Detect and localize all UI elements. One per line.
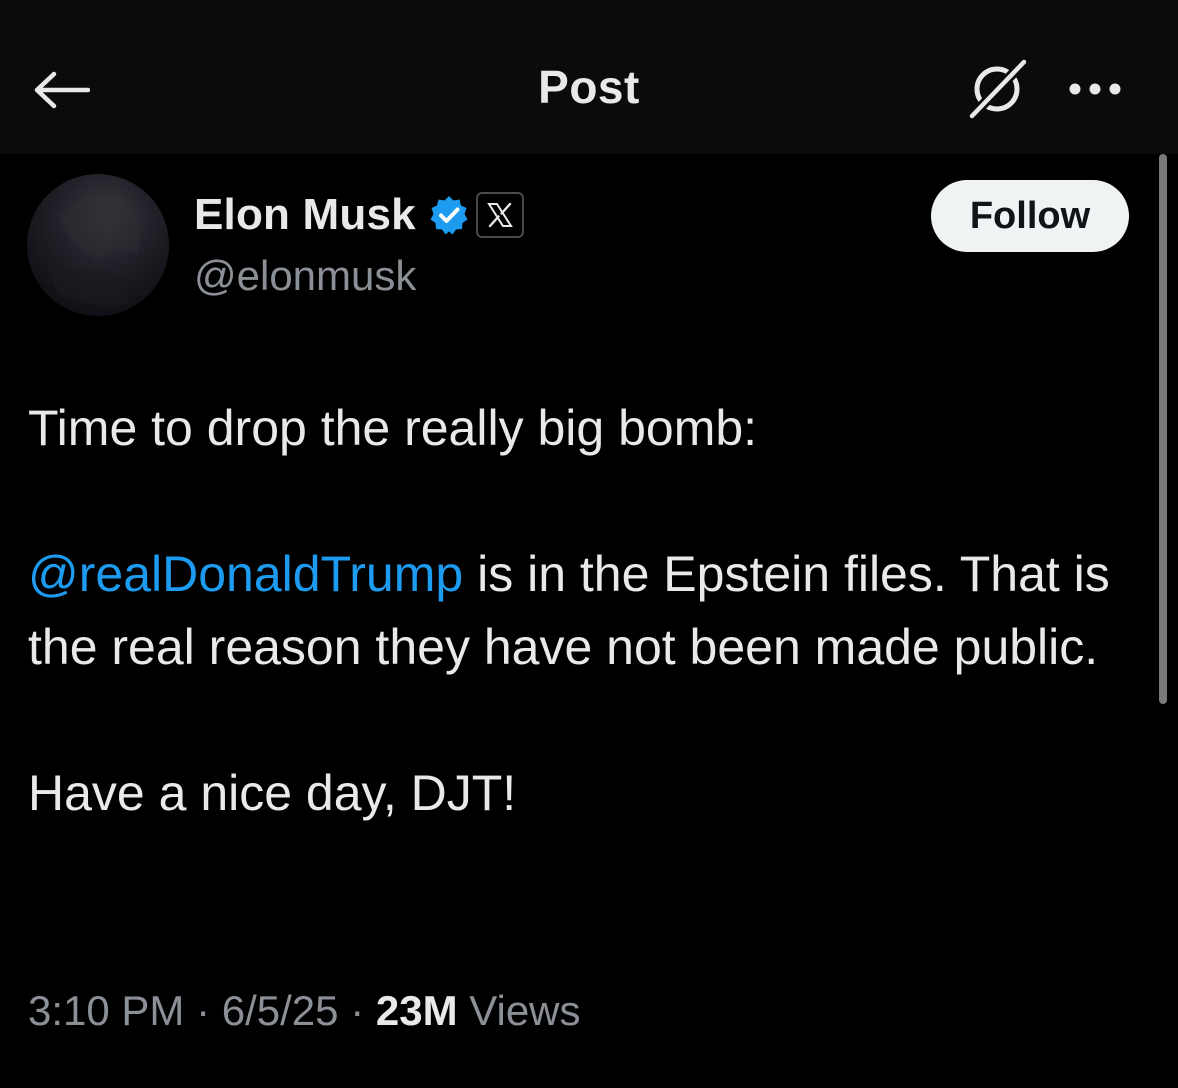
separator: ·: [338, 987, 376, 1034]
post-date[interactable]: 6/5/25: [222, 987, 339, 1034]
top-navigation-bar: Post: [0, 0, 1178, 154]
post-text-line: Have a nice day, DJT!: [28, 765, 517, 821]
post-metadata: 3:10 PM · 6/5/25 · 23M Views: [28, 987, 581, 1035]
avatar[interactable]: [27, 174, 169, 316]
views-label: Views: [457, 987, 581, 1034]
follow-button[interactable]: Follow: [931, 180, 1129, 252]
post-body: Time to drop the really big bomb: @realD…: [28, 392, 1153, 830]
views-count[interactable]: 23M: [376, 987, 458, 1034]
more-options-button[interactable]: [1058, 64, 1132, 114]
scrollbar[interactable]: [1159, 154, 1167, 704]
grok-button[interactable]: [960, 54, 1034, 124]
post-text-paragraph: @realDonaldTrump is in the Epstein files…: [28, 538, 1153, 684]
affiliate-badge[interactable]: [475, 192, 524, 238]
author-name[interactable]: Elon Musk: [194, 190, 416, 240]
more-horizontal-icon: [1069, 83, 1121, 95]
author-handle[interactable]: @elonmusk: [194, 252, 416, 300]
grok-icon: [967, 57, 1029, 121]
x-logo-icon: [487, 202, 513, 228]
verified-badge-icon: [430, 196, 468, 235]
mention-link[interactable]: @realDonaldTrump: [28, 546, 463, 602]
post-time[interactable]: 3:10 PM: [28, 987, 184, 1034]
author-info: Elon Musk: [194, 190, 524, 240]
separator: ·: [184, 987, 222, 1034]
post-text-line: Time to drop the really big bomb:: [28, 400, 758, 456]
